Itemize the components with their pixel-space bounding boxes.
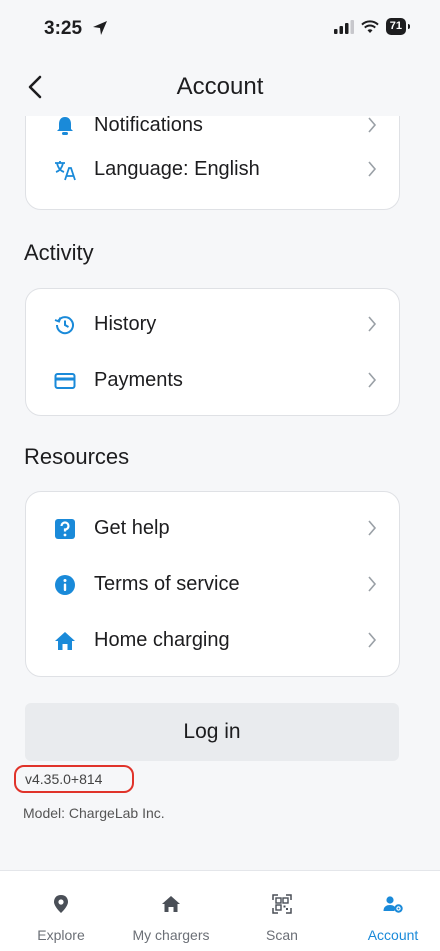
tab-account[interactable]: Account xyxy=(338,871,440,951)
resources-card: Get help Terms of service Home charging xyxy=(25,491,400,677)
settings-scroll-clip: Notifications Language: English xyxy=(0,116,440,216)
qr-code-icon xyxy=(272,894,292,914)
list-item-label: Notifications xyxy=(94,116,203,136)
list-item-payments[interactable]: Payments xyxy=(26,352,399,408)
status-bar: 3:25 71 xyxy=(0,0,440,56)
list-item-language[interactable]: Language: English xyxy=(26,141,399,197)
list-item-terms-of-service[interactable]: Terms of service xyxy=(26,556,399,612)
list-item-label: Terms of service xyxy=(94,573,240,595)
version-highlight: v4.35.0+814 xyxy=(14,765,134,793)
wifi-icon xyxy=(361,19,379,33)
chevron-right-icon xyxy=(368,316,377,332)
list-item-label: Payments xyxy=(94,369,183,391)
version-label: v4.35.0+814 xyxy=(25,771,103,787)
list-item-home-charging[interactable]: Home charging xyxy=(26,612,399,668)
list-item-get-help[interactable]: Get help xyxy=(26,500,399,556)
help-icon xyxy=(55,519,75,539)
info-icon xyxy=(55,575,75,595)
section-title-resources: Resources xyxy=(24,444,130,469)
status-icons: 71 xyxy=(333,18,411,35)
chevron-right-icon xyxy=(368,117,377,133)
bell-icon xyxy=(57,117,73,135)
list-item-history[interactable]: History xyxy=(26,296,399,352)
chevron-right-icon xyxy=(368,520,377,536)
login-button[interactable]: Log in xyxy=(25,703,399,761)
tab-explore[interactable]: Explore xyxy=(6,871,116,951)
page-title: Account xyxy=(176,73,264,100)
map-pin-icon xyxy=(54,895,68,913)
list-item-label: Home charging xyxy=(94,629,230,651)
battery-indicator: 71 xyxy=(385,18,411,35)
nav-bar: Account xyxy=(0,56,440,116)
model-label: Model: ChargeLab Inc. xyxy=(23,805,165,821)
home-icon xyxy=(162,896,180,912)
home-icon xyxy=(55,632,75,650)
credit-card-icon xyxy=(54,373,76,389)
settings-card: Notifications Language: English xyxy=(25,116,400,210)
history-icon xyxy=(54,316,74,335)
tab-label: Scan xyxy=(266,927,298,943)
list-item-label: History xyxy=(94,313,157,335)
chevron-right-icon xyxy=(368,632,377,648)
section-title-activity: Activity xyxy=(24,240,94,265)
chevron-right-icon xyxy=(368,372,377,388)
tab-label: Account xyxy=(367,927,419,943)
tab-bar: Explore My chargers Scan Account xyxy=(0,870,440,951)
account-settings-icon xyxy=(383,896,403,913)
list-item-label: Get help xyxy=(94,517,170,539)
location-arrow-icon xyxy=(93,21,107,35)
chevron-right-icon xyxy=(368,161,377,177)
chevron-right-icon xyxy=(368,576,377,592)
signal-icon xyxy=(333,19,354,34)
tab-my-chargers[interactable]: My chargers xyxy=(116,871,226,951)
list-item-label: Language: English xyxy=(94,158,260,180)
tab-label: My chargers xyxy=(132,927,210,943)
tab-label: Explore xyxy=(37,927,85,943)
translate-icon xyxy=(55,161,76,181)
tab-scan[interactable]: Scan xyxy=(227,871,337,951)
status-time: 3:25 xyxy=(44,18,83,39)
activity-card: History Payments xyxy=(25,288,400,416)
